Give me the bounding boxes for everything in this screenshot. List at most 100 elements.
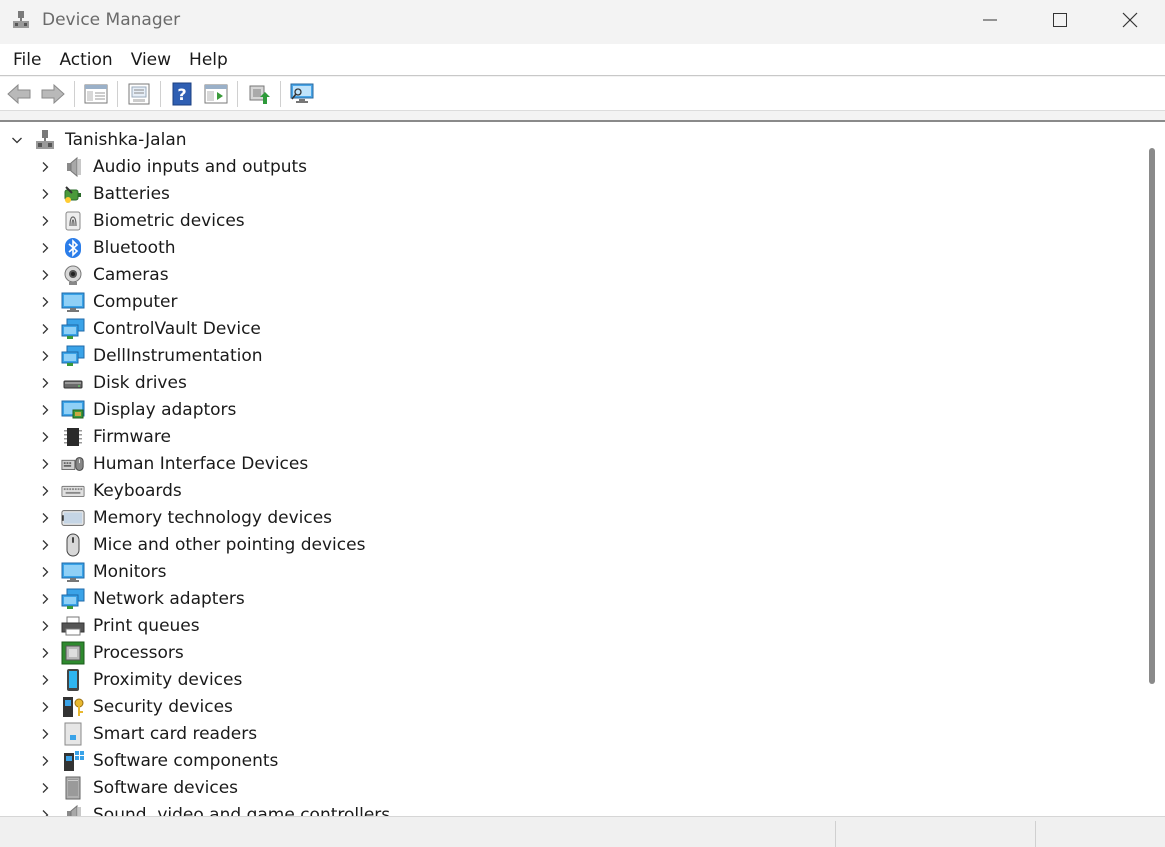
chevron-right-icon[interactable] [35, 373, 55, 393]
help-button[interactable]: ? [167, 80, 197, 108]
tree-category-audio-inputs-and-outputs[interactable]: Audio inputs and outputs [0, 153, 1140, 180]
update-driver-icon [249, 85, 270, 104]
chevron-right-icon[interactable] [35, 643, 55, 663]
chevron-right-icon[interactable] [35, 508, 55, 528]
update-driver-button[interactable] [244, 80, 274, 108]
chevron-right-icon[interactable] [35, 454, 55, 474]
toolbar-separator [280, 80, 281, 107]
tree-category-human-interface-devices[interactable]: Human Interface Devices [0, 450, 1140, 477]
tree-category-label: Human Interface Devices [93, 453, 309, 474]
scan-hardware-button[interactable] [287, 80, 317, 108]
chevron-right-icon[interactable] [35, 724, 55, 744]
chevron-right-icon[interactable] [35, 292, 55, 312]
tree-root-node[interactable]: Tanishka-Jalan [0, 126, 187, 153]
chevron-right-icon[interactable] [35, 184, 55, 204]
chevron-right-icon[interactable] [35, 400, 55, 420]
close-button[interactable] [1095, 0, 1165, 40]
tree-category-label: Memory technology devices [93, 507, 333, 528]
tree-category-proximity-devices[interactable]: Proximity devices [0, 666, 1140, 693]
tree-category-sound-video-and-game-controllers[interactable]: Sound, video and game controllers [0, 801, 1140, 816]
show-hide-console-tree-button[interactable] [81, 80, 111, 108]
hid-icon [61, 452, 85, 476]
tree-category-display-adaptors[interactable]: Display adaptors [0, 396, 1140, 423]
chevron-down-icon[interactable] [7, 130, 27, 150]
scan-hardware-icon [290, 83, 314, 103]
chevron-right-icon[interactable] [35, 211, 55, 231]
tree-category-monitors[interactable]: Monitors [0, 558, 1140, 585]
proximity-icon [61, 668, 85, 692]
run-icon [204, 84, 228, 103]
run-button[interactable] [201, 80, 231, 108]
software-device-icon [61, 776, 85, 800]
chevron-right-icon[interactable] [35, 346, 55, 366]
chevron-right-icon[interactable] [35, 535, 55, 555]
chevron-right-icon[interactable] [35, 751, 55, 771]
chevron-right-icon[interactable] [35, 670, 55, 690]
software-component-icon [61, 749, 85, 773]
device-manager-app-icon [10, 9, 32, 31]
back-button[interactable] [4, 80, 34, 108]
chevron-right-icon[interactable] [35, 589, 55, 609]
tree-category-label: Smart card readers [93, 723, 258, 744]
title-bar[interactable]: Device Manager [0, 0, 1165, 40]
chevron-right-icon[interactable] [35, 778, 55, 798]
tree-category-label: Network adapters [93, 588, 245, 609]
chevron-right-icon[interactable] [35, 697, 55, 717]
chevron-right-icon[interactable] [35, 265, 55, 285]
forward-button[interactable] [38, 80, 68, 108]
tree-category-processors[interactable]: Processors [0, 639, 1140, 666]
maximize-button[interactable] [1025, 0, 1095, 40]
chevron-right-icon[interactable] [35, 562, 55, 582]
keyboard-icon [61, 479, 85, 503]
tree-category-keyboards[interactable]: Keyboards [0, 477, 1140, 504]
properties-icon [128, 83, 150, 104]
tree-category-memory-technology-devices[interactable]: Memory technology devices [0, 504, 1140, 531]
chevron-right-icon[interactable] [35, 805, 55, 816]
camera-icon [61, 263, 85, 287]
menu-help[interactable]: Help [180, 46, 237, 74]
device-tree[interactable]: Tanishka-Jalan Audio inputs and outputs B… [0, 120, 1165, 816]
tree-category-biometric-devices[interactable]: Biometric devices [0, 207, 1140, 234]
vertical-scrollbar-thumb[interactable] [1149, 148, 1155, 684]
tree-category-software-components[interactable]: Software components [0, 747, 1140, 774]
tree-category-controlvault-device[interactable]: ControlVault Device [0, 315, 1140, 342]
tree-category-mice-and-other-pointing-devices[interactable]: Mice and other pointing devices [0, 531, 1140, 558]
tree-category-label: Processors [93, 642, 184, 663]
chevron-right-icon[interactable] [35, 319, 55, 339]
tree-category-security-devices[interactable]: Security devices [0, 693, 1140, 720]
computer-monitor-icon [61, 290, 85, 314]
chevron-right-icon[interactable] [35, 616, 55, 636]
menu-action[interactable]: Action [50, 46, 121, 74]
chevron-right-icon[interactable] [35, 238, 55, 258]
chevron-right-icon[interactable] [35, 481, 55, 501]
window-title: Device Manager [42, 10, 181, 30]
tree-category-label: Audio inputs and outputs [93, 156, 308, 177]
tree-category-network-adapters[interactable]: Network adapters [0, 585, 1140, 612]
tree-category-label: Security devices [93, 696, 233, 717]
security-key-icon [61, 695, 85, 719]
tree-category-batteries[interactable]: Batteries [0, 180, 1140, 207]
show-hide-console-tree-icon [84, 84, 108, 103]
chevron-right-icon[interactable] [35, 157, 55, 177]
tree-category-smart-card-readers[interactable]: Smart card readers [0, 720, 1140, 747]
tree-category-dellinstrumentation[interactable]: DellInstrumentation [0, 342, 1140, 369]
properties-button[interactable] [124, 80, 154, 108]
tree-category-print-queues[interactable]: Print queues [0, 612, 1140, 639]
tree-category-cameras[interactable]: Cameras [0, 261, 1140, 288]
tree-category-label: Sound, video and game controllers [93, 804, 391, 817]
battery-icon [61, 182, 85, 206]
back-arrow-icon [7, 83, 31, 104]
menu-view[interactable]: View [122, 46, 180, 74]
tree-category-software-devices[interactable]: Software devices [0, 774, 1140, 801]
tree-category-bluetooth[interactable]: Bluetooth [0, 234, 1140, 261]
chevron-right-icon[interactable] [35, 427, 55, 447]
tree-category-label: Bluetooth [93, 237, 176, 258]
menu-file[interactable]: File [4, 46, 50, 74]
toolbar: ? [0, 77, 1165, 111]
minimize-button[interactable] [955, 0, 1025, 40]
network-monitor-icon [61, 344, 85, 368]
tree-category-computer[interactable]: Computer [0, 288, 1140, 315]
tree-category-firmware[interactable]: Firmware [0, 423, 1140, 450]
tree-category-disk-drives[interactable]: Disk drives [0, 369, 1140, 396]
tree-category-label: Computer [93, 291, 178, 312]
